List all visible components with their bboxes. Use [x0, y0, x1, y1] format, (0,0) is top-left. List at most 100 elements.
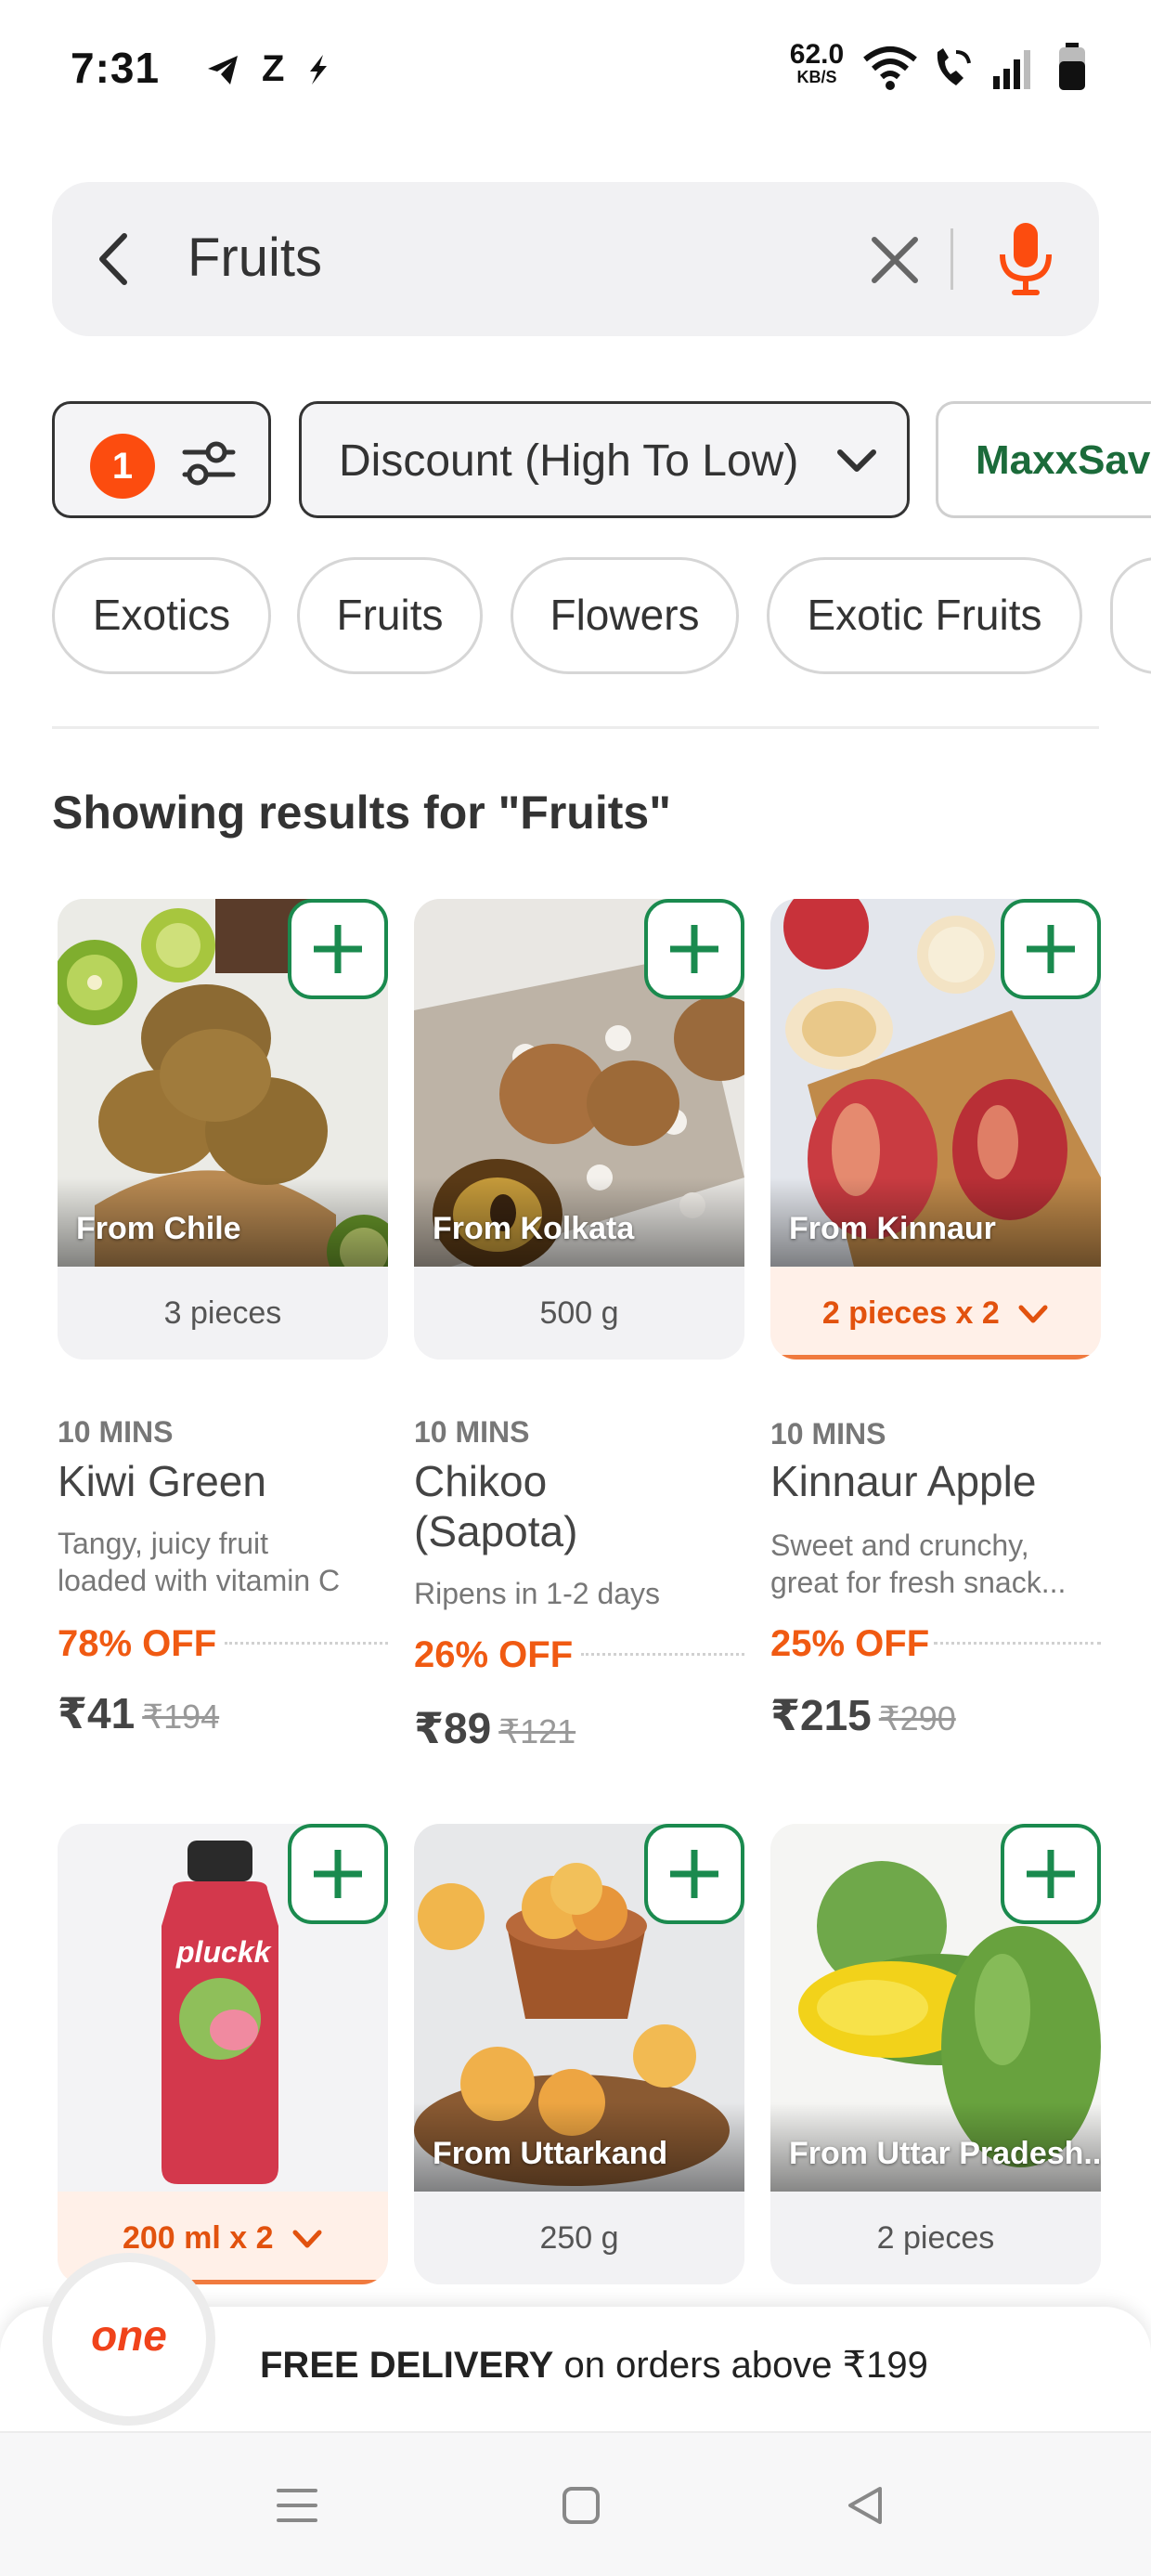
sort-dropdown[interactable]: Discount (High To Low) — [299, 401, 910, 518]
z-app-icon: Z — [262, 48, 285, 89]
one-membership-logo[interactable]: one — [52, 2262, 206, 2416]
signal-icon — [993, 50, 1030, 89]
product-quantity: 200 ml x 2 — [122, 2220, 274, 2256]
price-row: ₹215 ₹290 — [770, 1690, 956, 1740]
mrp-price: ₹194 — [142, 1698, 220, 1736]
product-name-line1: Kiwi Green — [58, 1457, 266, 1505]
price-row: ₹41 ₹194 — [58, 1688, 219, 1738]
product-desc-line1: Ripens in 1-2 days — [414, 1577, 661, 1610]
one-logo-text: one — [91, 2311, 167, 2360]
home-icon[interactable] — [561, 2485, 601, 2526]
delivery-eta: 10 MINS — [770, 1417, 886, 1451]
product-name: Kiwi Green — [58, 1456, 266, 1506]
product-quantity[interactable]: 250 g — [414, 2192, 744, 2284]
add-to-cart-button[interactable] — [288, 899, 388, 999]
maxxsaver-chip[interactable]: MaxxSaver — [936, 401, 1151, 518]
product-name-line1: Kinnaur Apple — [770, 1457, 1037, 1505]
product-desc-line1: Tangy, juicy fruit — [58, 1527, 269, 1560]
discount-label: 26% OFF — [414, 1634, 574, 1675]
product-name: Chikoo (Sapota) — [414, 1456, 577, 1556]
bolt-icon — [310, 54, 328, 85]
back-icon[interactable] — [93, 230, 134, 288]
sale-price: ₹41 — [58, 1689, 136, 1737]
product-description: Ripens in 1-2 days — [414, 1575, 660, 1612]
category-chip-more[interactable] — [1110, 557, 1151, 674]
product-quantity[interactable]: 500 g — [414, 1267, 744, 1360]
chevron-down-icon — [837, 449, 876, 472]
net-speed-value: 62.0 — [789, 39, 845, 70]
dotted-separator — [581, 1653, 744, 1656]
product-name-line1: Chikoo — [414, 1457, 548, 1505]
product-description: Sweet and crunchy, great for fresh snack… — [770, 1527, 1066, 1601]
product-name: Kinnaur Apple — [770, 1456, 1036, 1506]
add-to-cart-button[interactable] — [644, 1824, 744, 1924]
product-card-apple[interactable]: From Kinnaur 2 pieces x 2 10 MINS Kinnau… — [770, 899, 1101, 1753]
delivery-eta: 10 MINS — [414, 1415, 530, 1449]
system-nav-bar — [0, 2431, 1151, 2576]
net-speed: 62.0 KB/S — [784, 39, 849, 86]
price-row: ₹89 ₹121 — [414, 1703, 576, 1753]
filter-count-badge: 1 — [90, 434, 155, 499]
product-origin: From Uttar Pradesh... — [789, 2136, 1101, 2171]
telegram-icon — [208, 55, 238, 85]
status-app-icons: Z — [204, 48, 332, 90]
product-card-mango[interactable]: From Uttar Pradesh... 2 pieces — [770, 1824, 1101, 2288]
net-speed-unit: KB/S — [796, 68, 837, 86]
microphone-icon[interactable] — [997, 221, 1054, 299]
wifi-call-icon — [937, 48, 971, 85]
results-title: Showing results for "Fruits" — [52, 787, 671, 839]
back-nav-icon[interactable] — [843, 2483, 887, 2528]
delivery-eta: 10 MINS — [58, 1415, 174, 1449]
product-quantity: 2 pieces x 2 — [821, 1295, 1000, 1331]
product-card-guava-juice[interactable]: pluckk 200 ml x 2 — [58, 1824, 388, 2288]
sale-price: ₹89 — [414, 1704, 492, 1752]
add-to-cart-button[interactable] — [1001, 899, 1101, 999]
sale-price: ₹215 — [770, 1691, 872, 1739]
dotted-separator — [934, 1642, 1101, 1645]
product-card-apricot[interactable]: From Uttarkand 250 g — [414, 1824, 744, 2288]
product-desc-line1: Sweet and crunchy, — [770, 1529, 1029, 1562]
search-bar[interactable]: Fruits — [52, 182, 1099, 336]
wifi-icon — [863, 46, 917, 90]
product-card-kiwi[interactable]: From Chile 3 pieces 10 MINS Kiwi Green T… — [58, 899, 388, 1753]
section-divider — [52, 726, 1099, 729]
discount-label: 25% OFF — [770, 1623, 930, 1664]
sort-label: Discount (High To Low) — [339, 436, 799, 486]
category-chip-fruits[interactable]: Fruits — [297, 557, 483, 674]
product-origin: From Uttarkand — [433, 2136, 668, 2171]
product-origin: From Kolkata — [433, 1211, 635, 1246]
bottle-brand: pluckk — [176, 1935, 271, 1969]
category-chip-flowers[interactable]: Flowers — [511, 557, 739, 674]
search-input[interactable]: Fruits — [188, 227, 322, 289]
free-delivery-rest: on orders above ₹199 — [553, 2345, 928, 2386]
category-chip-exotics[interactable]: Exotics — [52, 557, 271, 674]
product-origin: From Kinnaur — [789, 1211, 996, 1246]
product-desc-line2: loaded with vitamin C — [58, 1564, 341, 1597]
status-time: 7:31 — [71, 44, 161, 92]
product-quantity[interactable]: 3 pieces — [58, 1267, 388, 1360]
filter-button[interactable]: 1 — [52, 401, 271, 518]
add-to-cart-button[interactable] — [288, 1824, 388, 1924]
mrp-price: ₹121 — [498, 1712, 576, 1750]
product-card-chikoo[interactable]: From Kolkata 500 g 10 MINS Chikoo (Sapot… — [414, 899, 744, 1753]
product-origin: From Chile — [76, 1211, 241, 1246]
discount-label: 78% OFF — [58, 1623, 217, 1664]
product-quantity[interactable]: 2 pieces — [770, 2192, 1101, 2284]
maxxsaver-label: MaxxSaver — [976, 437, 1151, 483]
search-divider — [951, 228, 953, 290]
status-bar: 7:31 Z 62.0 KB/S — [0, 0, 1151, 139]
category-chip-exotic-fruits[interactable]: Exotic Fruits — [767, 557, 1082, 674]
add-to-cart-button[interactable] — [1001, 1824, 1101, 1924]
chevron-down-icon — [1018, 1305, 1048, 1323]
add-to-cart-button[interactable] — [644, 899, 744, 999]
product-quantity-selector[interactable]: 2 pieces x 2 — [770, 1267, 1101, 1360]
free-delivery-bold: FREE DELIVERY — [260, 2345, 554, 2386]
menu-icon[interactable] — [275, 2485, 319, 2526]
dotted-separator — [225, 1642, 388, 1645]
clear-icon[interactable] — [869, 234, 921, 286]
battery-icon — [1059, 43, 1085, 90]
filter-sliders-icon — [182, 441, 236, 486]
chevron-down-icon — [292, 2230, 322, 2248]
product-description: Tangy, juicy fruit loaded with vitamin C — [58, 1525, 340, 1599]
mrp-price: ₹290 — [878, 1699, 956, 1737]
